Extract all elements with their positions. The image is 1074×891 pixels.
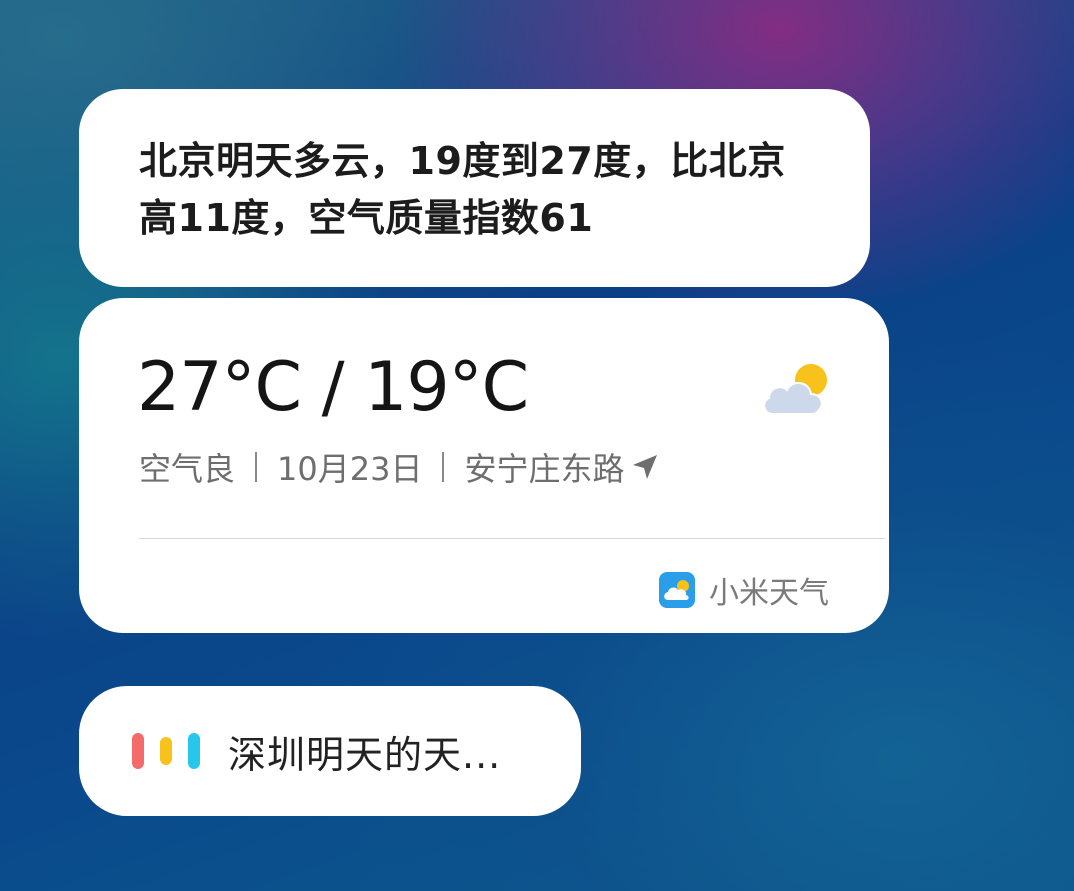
xiaomi-weather-app-icon bbox=[659, 572, 695, 608]
weather-card[interactable]: 27°C / 19°C 空气良 10月23日 安宁庄东路 小米天气 bbox=[79, 298, 889, 633]
navigation-arrow-icon bbox=[633, 455, 658, 479]
source-app-name: 小米天气 bbox=[709, 576, 829, 611]
voice-bar-red bbox=[132, 733, 144, 769]
voice-bar-cyan bbox=[188, 733, 200, 769]
response-line-2: 高11度，空气质量指数61 bbox=[139, 196, 594, 240]
partly-cloudy-icon bbox=[763, 364, 827, 415]
location-label: 安宁庄东路 bbox=[464, 450, 625, 488]
assistant-response-text: 北京明天多云，19度到27度，比北京 高11度，空气质量指数61 bbox=[139, 133, 820, 247]
response-line-1: 北京明天多云，19度到27度，比北京 bbox=[139, 139, 786, 183]
air-quality-label: 空气良 bbox=[139, 450, 236, 488]
weather-source[interactable]: 小米天气 bbox=[659, 568, 829, 612]
voice-bar-yellow bbox=[160, 737, 172, 765]
voice-assistant-bars-icon bbox=[132, 733, 200, 769]
card-divider bbox=[139, 538, 885, 539]
user-query-text: 深圳明天的天... bbox=[228, 732, 502, 777]
assistant-response-bubble: 北京明天多云，19度到27度，比北京 高11度，空气质量指数61 bbox=[79, 89, 870, 287]
temperature-range: 27°C / 19°C bbox=[137, 348, 529, 427]
separator bbox=[442, 452, 445, 482]
date-label: 10月23日 bbox=[277, 450, 423, 488]
weather-info-row: 空气良 10月23日 安宁庄东路 bbox=[139, 444, 660, 490]
separator bbox=[255, 452, 258, 482]
user-query-bubble[interactable]: 深圳明天的天... bbox=[79, 686, 581, 816]
